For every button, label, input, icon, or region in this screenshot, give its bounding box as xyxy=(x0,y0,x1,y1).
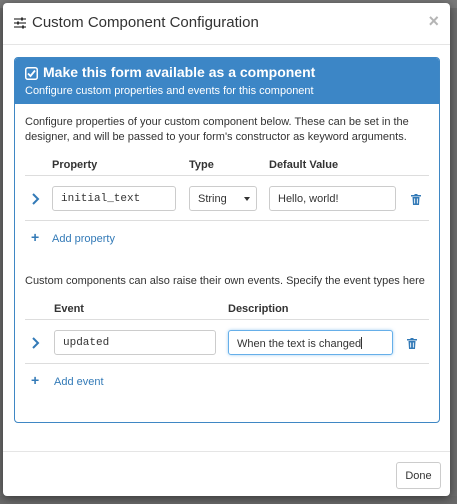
events-description: Custom components can also raise their o… xyxy=(25,275,425,287)
event-description-value: When the text is changed xyxy=(237,338,362,350)
backdrop-bottom xyxy=(0,496,457,504)
modal-footer-divider xyxy=(3,451,450,452)
text-cursor xyxy=(361,337,363,349)
property-default-input[interactable]: Hello, world! xyxy=(269,186,396,211)
divider xyxy=(25,175,429,176)
checkbox-checked-icon[interactable] xyxy=(25,67,38,80)
description-column-header: Description xyxy=(228,303,289,315)
panel-title: Make this form available as a component xyxy=(43,64,316,80)
component-config-modal: Custom Component Configuration × Make th… xyxy=(3,3,450,496)
event-description-input[interactable]: When the text is changed xyxy=(228,330,393,355)
panel-subtitle: Configure custom properties and events f… xyxy=(25,85,314,97)
divider xyxy=(25,363,429,364)
modal-title: Custom Component Configuration xyxy=(32,14,259,31)
chevron-right-icon[interactable] xyxy=(31,193,41,205)
chevron-right-icon[interactable] xyxy=(31,337,41,349)
trash-icon[interactable] xyxy=(407,338,417,349)
component-panel: Make this form available as a component … xyxy=(14,57,440,423)
property-type-select[interactable]: String xyxy=(189,186,257,211)
type-column-header: Type xyxy=(189,159,214,171)
property-name-input[interactable]: initial_text xyxy=(52,186,176,211)
properties-description: Configure properties of your custom comp… xyxy=(25,115,409,145)
default-value-column-header: Default Value xyxy=(269,159,339,171)
event-name-input[interactable]: updated xyxy=(54,330,216,355)
sliders-icon xyxy=(14,17,26,29)
panel-heading: Make this form available as a component … xyxy=(15,58,439,104)
add-event-link[interactable]: Add event xyxy=(54,376,104,388)
modal-header: Custom Component Configuration × xyxy=(3,3,450,45)
add-property-link[interactable]: Add property xyxy=(52,233,115,245)
done-button[interactable]: Done xyxy=(396,462,441,489)
close-button[interactable]: × xyxy=(428,11,439,31)
properties-description-line-1: Configure properties of your custom comp… xyxy=(25,116,409,128)
property-type-value: String xyxy=(198,193,227,205)
plus-icon[interactable]: + xyxy=(31,229,39,245)
plus-icon[interactable]: + xyxy=(31,372,39,388)
property-column-header: Property xyxy=(52,159,98,171)
divider xyxy=(25,319,429,320)
properties-description-line-2: designer, and will be passed to your for… xyxy=(25,131,407,143)
caret-down-icon xyxy=(244,197,250,201)
event-column-header: Event xyxy=(54,303,84,315)
divider xyxy=(25,220,429,221)
trash-icon[interactable] xyxy=(411,194,421,205)
